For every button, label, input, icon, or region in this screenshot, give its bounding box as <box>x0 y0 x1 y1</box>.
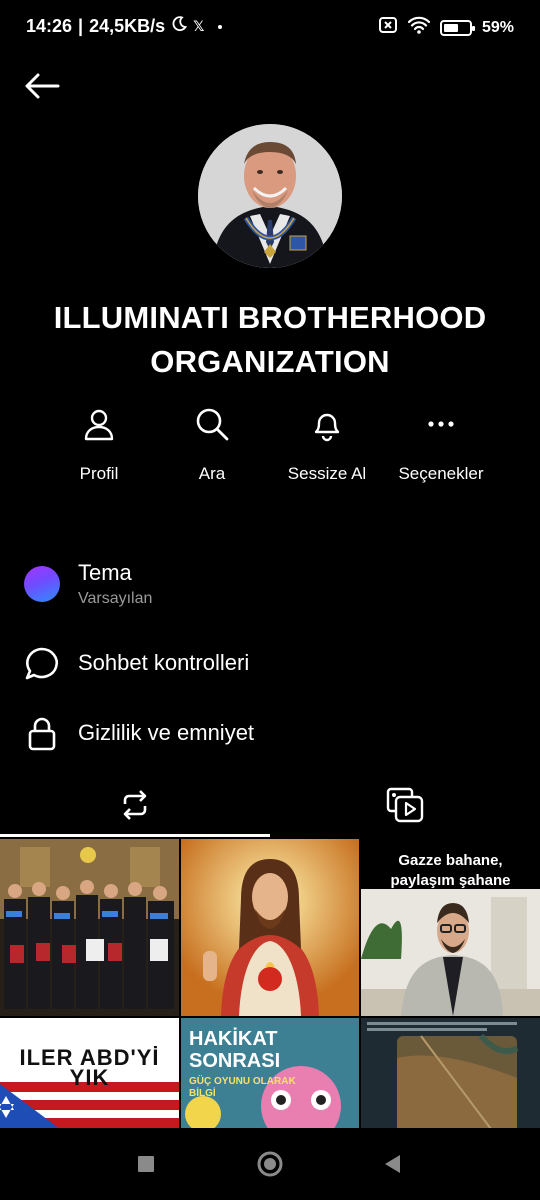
tile-caption-abd: ILER ABD'Yİ YIK <box>19 1045 160 1090</box>
action-label-profile: Profil <box>79 464 119 483</box>
media-grid: Gazze bahane, paylaşım şahane ILER ABD'Y… <box>0 839 540 1129</box>
battery-icon <box>439 19 475 36</box>
system-nav-bar <box>0 1128 540 1200</box>
avatar-photo <box>198 124 342 268</box>
x-app-icon: 𝕏 <box>193 18 205 34</box>
back-button[interactable] <box>22 66 62 106</box>
action-label-search: Ara <box>198 464 226 483</box>
arrow-left-icon <box>25 73 60 99</box>
active-tab-indicator <box>0 834 270 837</box>
bell-icon <box>307 404 347 444</box>
content-tabs <box>0 772 540 838</box>
person-icon <box>79 404 119 444</box>
search-icon <box>192 404 232 444</box>
privacy-row[interactable]: Gizlilik ve emniyet <box>0 712 540 756</box>
status-right: 59% <box>378 16 514 39</box>
back-nav-button[interactable] <box>372 1148 412 1180</box>
action-label-options: Seçenekler <box>398 464 484 483</box>
tile-title-hakikat: HAKİKAT SONRASI <box>189 1028 281 1072</box>
profile-actions: Profil Ara Sessize Al Seçenekler <box>0 404 540 504</box>
tab-reposts[interactable] <box>0 772 270 838</box>
aerial-photo-thumbnail <box>361 1018 540 1129</box>
theme-row[interactable]: Tema Varsayılan <box>0 556 540 618</box>
status-bar: 14:26 | 24,5KB/s 𝕏 59% <box>0 0 540 54</box>
repost-icon <box>123 790 147 820</box>
media-tile[interactable] <box>0 839 179 1016</box>
chat-controls-title: Sohbet kontrolleri <box>78 650 250 675</box>
status-left: 14:26 | 24,5KB/s 𝕏 <box>26 16 223 37</box>
battery-percent: 59% <box>481 18 514 36</box>
triangle-back-icon <box>385 1155 400 1173</box>
network-speed: 24,5KB/s <box>89 16 166 36</box>
theme-title: Tema <box>78 560 132 585</box>
moon-icon <box>171 16 188 37</box>
media-tile[interactable]: HAKİKAT SONRASI GÜÇ OYUNU OLARAK BİLGİ <box>181 1018 359 1129</box>
media-tile[interactable] <box>361 1018 540 1129</box>
tab-media[interactable] <box>270 772 540 838</box>
privacy-title: Gizlilik ve emniyet <box>78 720 255 745</box>
avatar[interactable] <box>198 124 342 268</box>
lock-icon <box>24 716 60 752</box>
square-icon <box>138 1156 154 1172</box>
group-photo-thumbnail <box>0 839 179 1016</box>
wifi-icon <box>407 16 431 39</box>
tile-subtitle-hakikat: GÜÇ OYUNU OLARAK BİLGİ <box>189 1076 296 1099</box>
options-action[interactable]: Seçenekler <box>381 404 501 484</box>
chat-bubble-icon <box>24 646 60 682</box>
theme-color-icon <box>24 566 60 602</box>
no-sim-icon <box>378 16 398 39</box>
tile-caption-gazze: Gazze bahane, paylaşım şahane <box>390 852 511 889</box>
chat-controls-row[interactable]: Sohbet kontrolleri <box>0 642 540 686</box>
theme-subtitle: Varsayılan <box>78 590 153 607</box>
media-tile[interactable]: Gazze bahane, paylaşım şahane <box>361 839 540 1016</box>
recent-apps-button[interactable] <box>126 1148 166 1180</box>
notification-dot <box>218 24 223 29</box>
home-button[interactable] <box>250 1148 290 1180</box>
painting-thumbnail <box>181 839 359 1016</box>
search-action[interactable]: Ara <box>152 404 272 484</box>
more-icon <box>421 404 461 444</box>
media-tile[interactable] <box>181 839 359 1016</box>
mute-action[interactable]: Sessize Al <box>267 404 387 484</box>
profile-action[interactable]: Profil <box>39 404 159 484</box>
action-label-mute: Sessize Al <box>287 464 367 483</box>
status-time: 14:26 <box>26 16 73 36</box>
media-tile[interactable]: ILER ABD'Yİ YIK <box>0 1018 179 1129</box>
media-icon <box>386 787 424 823</box>
profile-name: ILLUMINATI BROTHERHOOD ORGANIZATION <box>53 300 487 379</box>
circle-icon <box>257 1151 283 1177</box>
